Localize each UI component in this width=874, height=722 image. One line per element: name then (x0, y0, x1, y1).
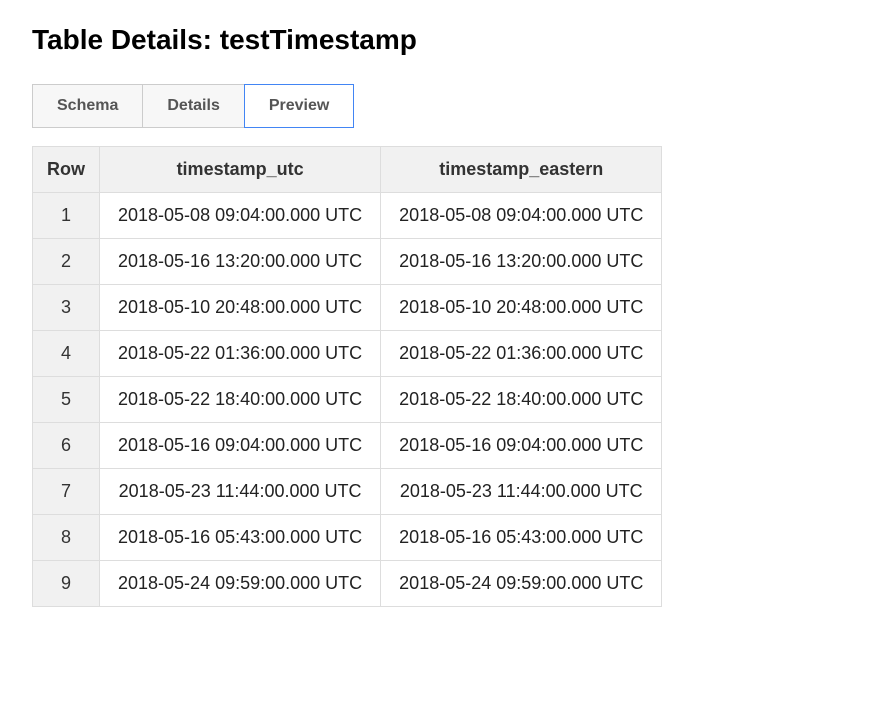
cell-timestamp-utc: 2018-05-23 11:44:00.000 UTC (100, 469, 381, 515)
column-header-row: Row (33, 147, 100, 193)
cell-timestamp-utc: 2018-05-10 20:48:00.000 UTC (100, 285, 381, 331)
cell-timestamp-eastern: 2018-05-10 20:48:00.000 UTC (381, 285, 662, 331)
table-row: 92018-05-24 09:59:00.000 UTC2018-05-24 0… (33, 561, 662, 607)
row-number: 7 (33, 469, 100, 515)
preview-table: Row timestamp_utc timestamp_eastern 1201… (32, 146, 662, 607)
cell-timestamp-eastern: 2018-05-24 09:59:00.000 UTC (381, 561, 662, 607)
row-number: 3 (33, 285, 100, 331)
tab-schema[interactable]: Schema (32, 84, 143, 128)
cell-timestamp-eastern: 2018-05-16 05:43:00.000 UTC (381, 515, 662, 561)
tab-bar: Schema Details Preview (32, 84, 842, 128)
column-header-timestamp-eastern: timestamp_eastern (381, 147, 662, 193)
page-title: Table Details: testTimestamp (32, 24, 842, 56)
table-row: 42018-05-22 01:36:00.000 UTC2018-05-22 0… (33, 331, 662, 377)
title-prefix: Table Details: (32, 24, 220, 55)
row-number: 5 (33, 377, 100, 423)
cell-timestamp-utc: 2018-05-08 09:04:00.000 UTC (100, 193, 381, 239)
cell-timestamp-eastern: 2018-05-22 01:36:00.000 UTC (381, 331, 662, 377)
row-number: 4 (33, 331, 100, 377)
table-row: 72018-05-23 11:44:00.000 UTC2018-05-23 1… (33, 469, 662, 515)
row-number: 6 (33, 423, 100, 469)
table-row: 52018-05-22 18:40:00.000 UTC2018-05-22 1… (33, 377, 662, 423)
row-number: 8 (33, 515, 100, 561)
row-number: 9 (33, 561, 100, 607)
cell-timestamp-eastern: 2018-05-23 11:44:00.000 UTC (381, 469, 662, 515)
cell-timestamp-utc: 2018-05-16 05:43:00.000 UTC (100, 515, 381, 561)
cell-timestamp-utc: 2018-05-16 09:04:00.000 UTC (100, 423, 381, 469)
cell-timestamp-utc: 2018-05-22 18:40:00.000 UTC (100, 377, 381, 423)
row-number: 2 (33, 239, 100, 285)
cell-timestamp-utc: 2018-05-22 01:36:00.000 UTC (100, 331, 381, 377)
row-number: 1 (33, 193, 100, 239)
table-name: testTimestamp (220, 24, 417, 55)
cell-timestamp-utc: 2018-05-24 09:59:00.000 UTC (100, 561, 381, 607)
table-row: 32018-05-10 20:48:00.000 UTC2018-05-10 2… (33, 285, 662, 331)
cell-timestamp-eastern: 2018-05-16 13:20:00.000 UTC (381, 239, 662, 285)
cell-timestamp-eastern: 2018-05-16 09:04:00.000 UTC (381, 423, 662, 469)
table-header-row: Row timestamp_utc timestamp_eastern (33, 147, 662, 193)
table-row: 62018-05-16 09:04:00.000 UTC2018-05-16 0… (33, 423, 662, 469)
tab-details[interactable]: Details (142, 84, 244, 128)
tab-preview[interactable]: Preview (244, 84, 354, 128)
table-row: 22018-05-16 13:20:00.000 UTC2018-05-16 1… (33, 239, 662, 285)
table-row: 12018-05-08 09:04:00.000 UTC2018-05-08 0… (33, 193, 662, 239)
cell-timestamp-eastern: 2018-05-22 18:40:00.000 UTC (381, 377, 662, 423)
column-header-timestamp-utc: timestamp_utc (100, 147, 381, 193)
table-row: 82018-05-16 05:43:00.000 UTC2018-05-16 0… (33, 515, 662, 561)
cell-timestamp-eastern: 2018-05-08 09:04:00.000 UTC (381, 193, 662, 239)
cell-timestamp-utc: 2018-05-16 13:20:00.000 UTC (100, 239, 381, 285)
